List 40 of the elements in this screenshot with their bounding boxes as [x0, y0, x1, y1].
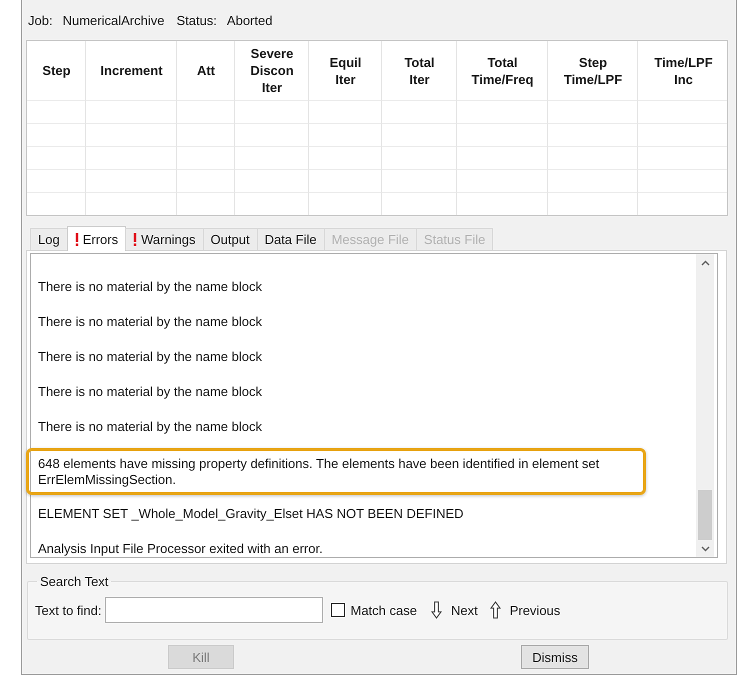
column-header: Time/LPF Inc: [654, 54, 713, 88]
message-text: There is no material by the name block: [37, 419, 263, 435]
status-label: Status:: [176, 12, 217, 28]
arrow-up-icon: [490, 601, 501, 619]
column-header: Step: [42, 62, 71, 79]
tab[interactable]: Warnings: [125, 228, 204, 250]
status-value: Aborted: [226, 12, 272, 28]
message-text: There is no material by the name block: [37, 349, 263, 365]
field-label: Text to find:: [35, 602, 102, 618]
checkbox[interactable]: [331, 603, 346, 617]
message-text: Analysis Input File Processor exited with an error.: [37, 541, 324, 557]
column-header: Att: [196, 62, 216, 79]
column-header: Total Time/Freq: [472, 54, 534, 88]
group-title: Search Text: [39, 574, 110, 589]
tab[interactable]: Errors: [66, 226, 126, 251]
column-header: Total Iter: [404, 54, 435, 88]
message-text: 648 elements have missing property definitions. The elements have been identified in element set ErrElemMissingSection.: [26, 448, 646, 495]
checkbox-label[interactable]: Match case: [350, 602, 417, 618]
tab[interactable]: Output: [202, 228, 258, 250]
scroll-up-icon[interactable]: [700, 260, 710, 266]
column-header: Equil Iter: [330, 54, 362, 88]
search-field[interactable]: [105, 597, 324, 623]
tab[interactable]: Data File: [256, 228, 325, 250]
previous-button[interactable]: Previous: [490, 601, 560, 619]
job-label: Job:: [28, 12, 53, 28]
column-header: Severe Discon Iter: [250, 45, 294, 96]
scrollbar-thumb[interactable]: [698, 490, 712, 540]
message-text: ELEMENT SET _Whole_Model_Gravity_Elset HAS NOT BEEN DEFINED: [37, 506, 465, 522]
scrollbar[interactable]: [696, 254, 714, 557]
arrow-down-icon: [430, 601, 442, 619]
message-text: There is no material by the name block: [37, 384, 263, 400]
column-header: Step Time/LPF: [564, 54, 622, 88]
column-header: Increment: [100, 62, 163, 79]
tab[interactable]: Log: [30, 228, 68, 250]
job-name: NumericalArchive: [62, 12, 164, 28]
scroll-down-icon[interactable]: [700, 546, 710, 552]
dialog-button[interactable]: Dismiss: [521, 645, 589, 669]
message-text: There is no material by the name block: [37, 314, 263, 330]
next-button[interactable]: Next: [430, 601, 478, 619]
message-text: There is no material by the name block: [37, 279, 263, 295]
